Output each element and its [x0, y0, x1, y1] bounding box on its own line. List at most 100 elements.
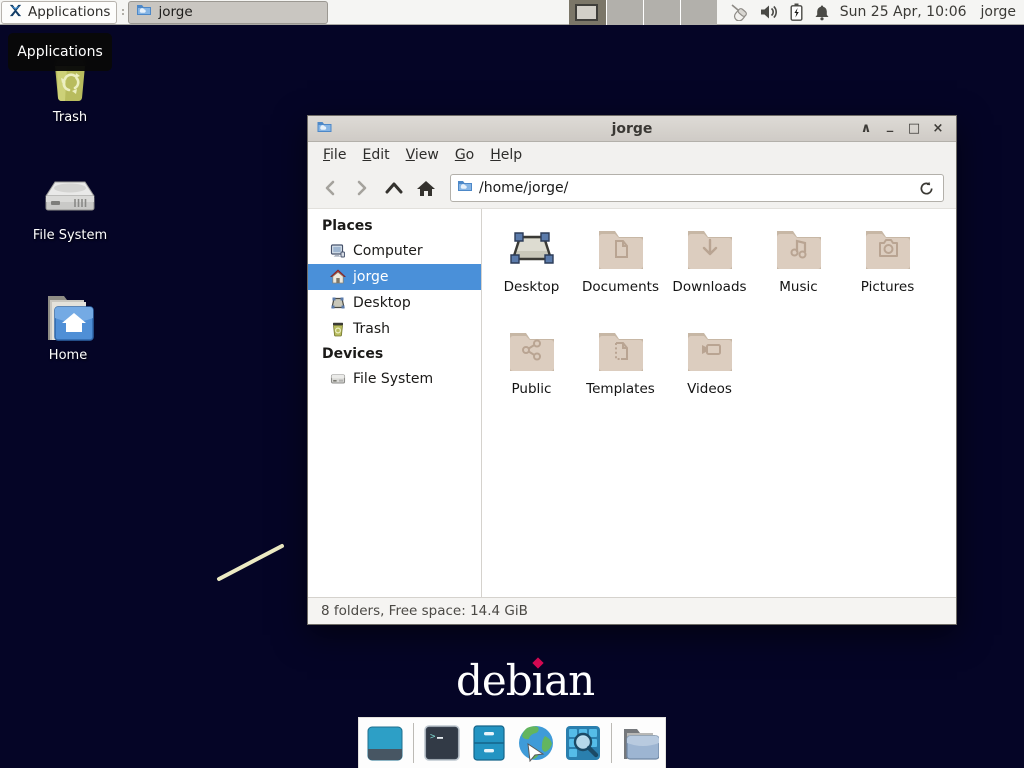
top-panel: Applications jorge — [0, 0, 1024, 25]
menu-file[interactable]: File — [316, 144, 353, 166]
desktop-icon-filesystem[interactable]: File System — [15, 168, 125, 243]
statusbar-text: 8 folders, Free space: 14.4 GiB — [321, 603, 528, 619]
notification-bell-icon[interactable] — [814, 4, 830, 21]
path-input[interactable] — [479, 180, 909, 196]
terminal-launcher[interactable]: > — [423, 724, 461, 762]
stray-line-artifact — [210, 538, 294, 590]
home-icon — [330, 269, 346, 285]
taskbar-window-button[interactable]: jorge — [128, 1, 328, 24]
sidebar-item-trash[interactable]: Trash — [308, 316, 481, 342]
file-manager-window: jorge ∧ _ □ × File Edit View Go Help — [307, 115, 957, 625]
workspace-3[interactable] — [643, 0, 680, 25]
templates-folder-icon — [595, 323, 647, 379]
sidebar-item-jorge[interactable]: jorge — [308, 264, 481, 290]
taskbar-window-label: jorge — [158, 4, 192, 20]
app-finder-launcher[interactable] — [564, 724, 602, 762]
gray-folder-icon — [621, 725, 659, 761]
volume-tray-icon[interactable] — [760, 4, 779, 20]
home-button[interactable] — [412, 174, 440, 202]
sidebar-item-label: jorge — [353, 269, 388, 285]
music-folder-icon — [773, 221, 825, 277]
downloads-folder-icon — [684, 221, 736, 277]
app-finder-icon — [565, 725, 601, 761]
menu-view[interactable]: View — [399, 144, 446, 166]
drive-icon — [330, 371, 346, 387]
terminal-icon: > — [424, 725, 460, 761]
folder-item-downloads[interactable]: Downloads — [665, 221, 754, 319]
window-titlebar[interactable]: jorge ∧ _ □ × — [308, 116, 956, 142]
debian-logo-i: ı — [532, 660, 544, 702]
panel-username[interactable]: jorge — [981, 4, 1016, 20]
applications-tooltip: Applications — [8, 33, 112, 71]
web-browser-launcher[interactable] — [517, 724, 555, 762]
file-manager-launcher[interactable] — [621, 724, 659, 762]
sidebar-item-label: File System — [353, 371, 433, 387]
folder-view[interactable]: Desktop Documents — [482, 209, 956, 597]
shade-button[interactable]: ∧ — [856, 119, 876, 139]
sidebar-item-label: Computer — [353, 243, 423, 259]
desktop: { "colors": { "desktop_background": "#05… — [0, 0, 1024, 768]
desktop-icon-label: Trash — [15, 110, 125, 125]
folder-label: Documents — [582, 279, 659, 295]
dock-separator — [611, 723, 612, 763]
forward-button[interactable] — [348, 174, 376, 202]
workspace-pager — [569, 0, 717, 25]
minimize-button[interactable]: _ — [880, 119, 900, 139]
folder-item-music[interactable]: Music — [754, 221, 843, 319]
folder-item-videos[interactable]: Videos — [665, 323, 754, 421]
tooltip-text: Applications — [17, 44, 103, 60]
computer-icon — [330, 243, 346, 259]
taskbar-grip-handle[interactable] — [119, 1, 126, 24]
battery-tray-icon[interactable] — [790, 3, 803, 21]
folder-item-public[interactable]: Public — [487, 323, 576, 421]
menubar: File Edit View Go Help — [308, 142, 956, 168]
pathbar[interactable] — [450, 174, 944, 202]
pathbar-folder-icon — [457, 178, 473, 198]
workspace-1[interactable] — [569, 0, 606, 25]
mouse-tray-icon[interactable] — [729, 3, 749, 21]
folder-item-documents[interactable]: Documents — [576, 221, 665, 319]
sidebar-item-filesystem[interactable]: File System — [308, 366, 481, 392]
close-button[interactable]: × — [928, 119, 948, 139]
workspace-4[interactable] — [680, 0, 717, 25]
back-button[interactable] — [316, 174, 344, 202]
desktop-icon — [330, 295, 346, 311]
sidebar-item-computer[interactable]: Computer — [308, 238, 481, 264]
sidebar-item-desktop[interactable]: Desktop — [308, 290, 481, 316]
desktop-icon-label: Home — [13, 348, 123, 363]
menu-edit[interactable]: Edit — [355, 144, 396, 166]
show-desktop-button[interactable] — [366, 724, 404, 762]
up-button[interactable] — [380, 174, 408, 202]
folder-item-pictures[interactable]: Pictures — [843, 221, 932, 319]
file-cabinet-launcher[interactable] — [470, 724, 508, 762]
folder-item-templates[interactable]: Templates — [576, 323, 665, 421]
folder-label: Public — [512, 381, 552, 397]
workspace-2[interactable] — [606, 0, 643, 25]
desktop-icon-home[interactable]: Home — [13, 288, 123, 363]
maximize-button[interactable]: □ — [904, 119, 924, 139]
applications-menu-button[interactable]: Applications — [1, 1, 117, 24]
workspace-window-preview — [575, 4, 598, 21]
folder-label: Desktop — [504, 279, 560, 295]
applications-menu-label: Applications — [28, 4, 110, 20]
debian-logo-text: an — [544, 660, 594, 702]
folder-grid: Desktop Documents — [482, 209, 956, 425]
window-folder-icon — [316, 119, 333, 139]
show-desktop-icon — [367, 726, 403, 761]
videos-folder-icon — [684, 323, 736, 379]
reload-button[interactable] — [915, 177, 937, 199]
sidebar: Places Computer jorge — [308, 209, 482, 597]
debian-logo-text: deb — [456, 660, 532, 702]
dock-separator — [413, 723, 414, 763]
menu-help[interactable]: Help — [483, 144, 529, 166]
folder-label: Templates — [586, 381, 655, 397]
menu-go[interactable]: Go — [448, 144, 481, 166]
desktop-special-icon — [506, 221, 558, 277]
desktop-icon-label: File System — [15, 228, 125, 243]
sidebar-item-label: Trash — [353, 321, 390, 337]
folder-item-desktop[interactable]: Desktop — [487, 221, 576, 319]
harddrive-icon — [15, 168, 125, 224]
pictures-folder-icon — [862, 221, 914, 277]
trash-icon — [330, 321, 346, 337]
panel-clock[interactable]: Sun 25 Apr, 10:06 — [840, 4, 967, 20]
